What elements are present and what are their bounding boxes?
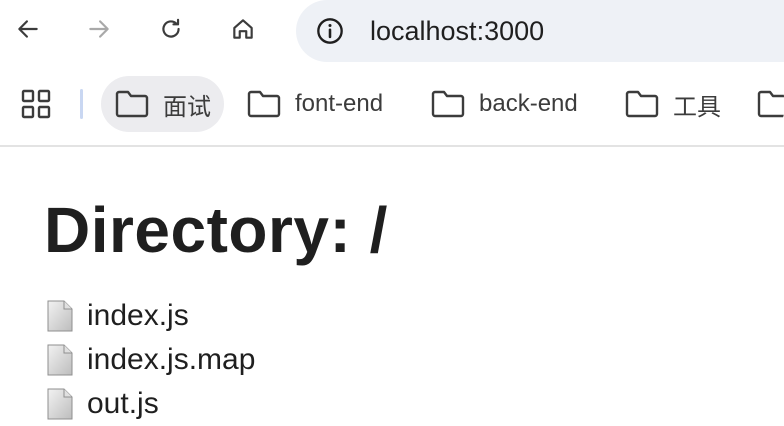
back-button[interactable] <box>10 11 46 47</box>
folder-icon <box>757 90 784 118</box>
file-list: index.js index.js.map out.js <box>46 294 255 426</box>
bookmark-separator <box>80 89 83 119</box>
bookmark-label: 工具 <box>673 93 721 121</box>
list-item: index.js <box>46 294 255 338</box>
list-item: index.js.map <box>46 338 255 382</box>
folder-icon <box>625 90 659 118</box>
file-icon <box>47 388 73 420</box>
bookmark-folder-font-end[interactable]: font-end <box>233 76 397 132</box>
arrow-left-icon <box>18 20 38 38</box>
reload-button[interactable] <box>153 11 189 47</box>
file-link[interactable]: index.js.map <box>87 343 255 377</box>
file-icon <box>47 300 73 332</box>
bookmark-label: font-end <box>295 90 384 117</box>
page-title: Directory: / <box>44 194 388 266</box>
bookmark-label: back-end <box>479 90 578 117</box>
apps-grid-icon <box>21 89 51 119</box>
arrow-right-icon <box>89 20 109 38</box>
browser-toolbar: localhost:3000 <box>0 0 784 62</box>
folder-icon <box>431 90 465 118</box>
file-icon <box>47 344 73 376</box>
bookmark-folder-overflow[interactable] <box>743 76 784 132</box>
list-item: out.js <box>46 382 255 426</box>
folder-icon <box>247 90 281 118</box>
bookmark-folder-back-end[interactable]: back-end <box>417 76 592 132</box>
home-icon <box>233 19 253 39</box>
forward-button[interactable] <box>81 11 117 47</box>
bookmark-folder-interview[interactable]: 面试 <box>101 76 224 132</box>
info-icon <box>317 18 343 44</box>
apps-grid-button[interactable] <box>20 88 52 120</box>
address-bar[interactable]: localhost:3000 <box>296 0 784 62</box>
home-button[interactable] <box>225 11 261 47</box>
file-link[interactable]: index.js <box>87 299 189 333</box>
folder-icon <box>115 90 149 118</box>
bookmark-folder-tools[interactable]: 工具 <box>611 76 735 132</box>
site-info-button[interactable] <box>314 15 346 47</box>
file-link[interactable]: out.js <box>87 387 159 421</box>
bookmark-label: 面试 <box>163 93 211 121</box>
address-url[interactable]: localhost:3000 <box>370 14 544 48</box>
reload-icon <box>162 18 180 38</box>
